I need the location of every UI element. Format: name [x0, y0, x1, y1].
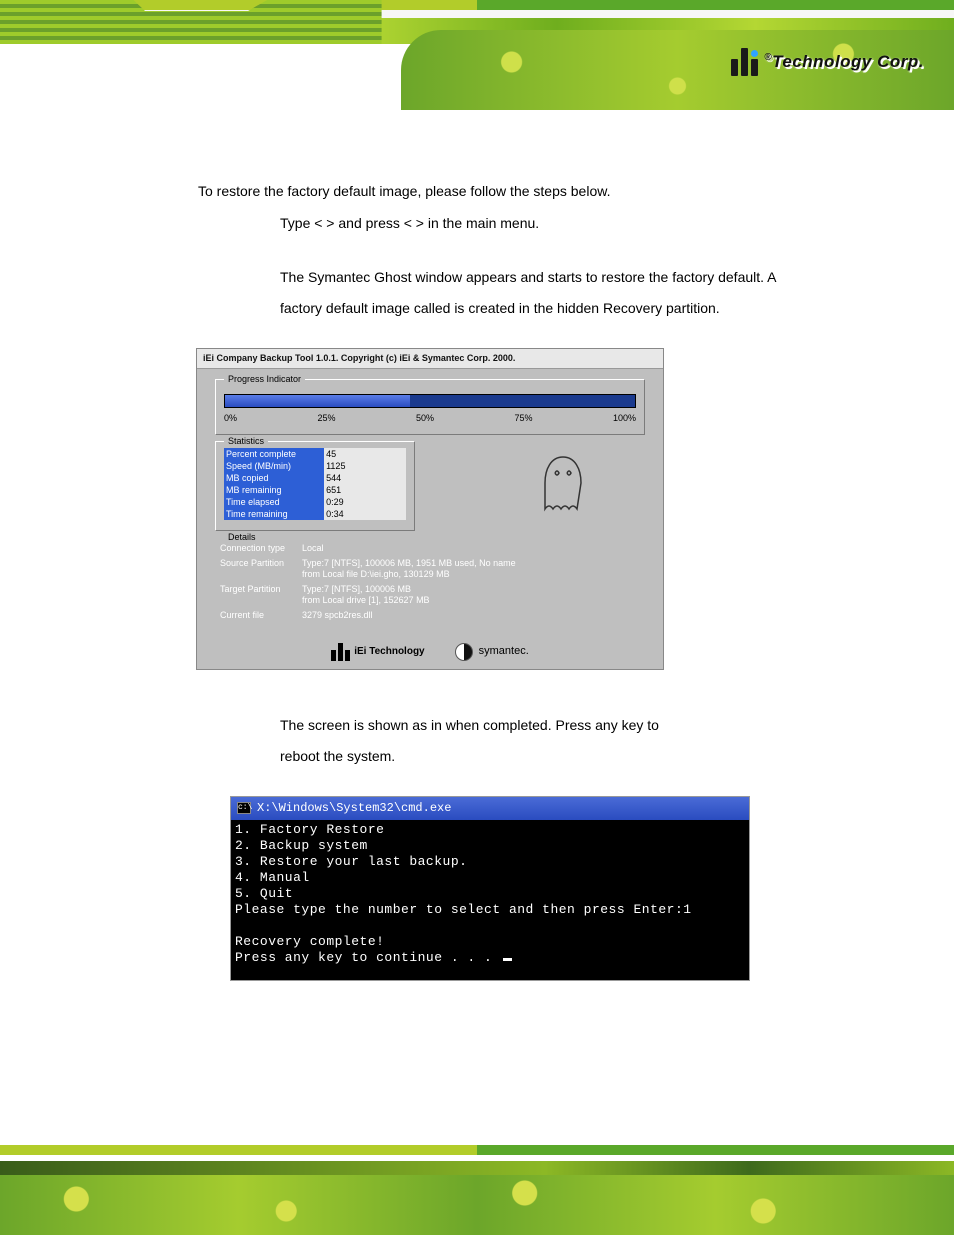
details-box: Details Connection typeLocal Source Part…: [215, 537, 645, 625]
step-1: Type < > and press < > in the main menu.: [280, 208, 894, 239]
details-label: Details: [224, 531, 260, 544]
progress-label: Progress Indicator: [224, 373, 305, 386]
step-3-line2: reboot the system.: [280, 748, 395, 764]
details-table: Connection typeLocal Source PartitionTyp…: [216, 540, 520, 624]
progress-ticks: 0% 25% 50% 75% 100%: [224, 412, 636, 425]
iei-bars-icon: [331, 643, 350, 661]
header-banner: ®Technology Corp.: [0, 0, 954, 112]
ghost-screenshot: iEi Company Backup Tool 1.0.1. Copyright…: [196, 348, 664, 670]
cmd-screenshot: c:\ X:\Windows\System32\cmd.exe 1. Facto…: [230, 796, 750, 981]
ghost-titlebar: iEi Company Backup Tool 1.0.1. Copyright…: [197, 349, 663, 369]
iei-logo-small: iEi Technology: [331, 643, 424, 661]
step-1-text: Type < > and press < > in the main menu.: [280, 215, 539, 231]
ghost-footer: iEi Technology symantec.: [197, 637, 663, 669]
page-content: To restore the factory default image, pl…: [0, 112, 954, 981]
progress-box: Progress Indicator 0% 25% 50% 75% 100%: [215, 379, 645, 436]
ghost-mascot-icon: [533, 449, 593, 519]
statistics-box: Statistics Percent complete45 Speed (MB/…: [215, 441, 415, 531]
step-2: The Symantec Ghost window appears and st…: [280, 262, 894, 324]
step-3: The screen is shown as in when completed…: [280, 710, 894, 772]
corp-name: ®Technology Corp.: [764, 52, 924, 72]
symantec-logo: symantec.: [455, 643, 529, 661]
stats-table: Percent complete45 Speed (MB/min)1125 MB…: [224, 448, 406, 520]
symantec-swirl-icon: [455, 643, 473, 661]
progress-bar: [224, 394, 636, 408]
step-2-line2: factory default image called is created …: [280, 300, 720, 316]
intro-text: To restore the factory default image, pl…: [198, 182, 894, 202]
cmd-icon: c:\: [237, 802, 251, 814]
corp-logo: ®Technology Corp.: [731, 48, 924, 76]
cmd-body: 1. Factory Restore 2. Backup system 3. R…: [231, 820, 749, 980]
cmd-title: X:\Windows\System32\cmd.exe: [257, 800, 451, 817]
step-2-line1: The Symantec Ghost window appears and st…: [280, 269, 776, 285]
stats-label: Statistics: [224, 435, 268, 448]
footer-banner: [0, 1145, 954, 1235]
iei-logo-icon: [731, 48, 758, 76]
cmd-titlebar: c:\ X:\Windows\System32\cmd.exe: [231, 797, 749, 820]
cursor-icon: [503, 958, 512, 961]
step-3-line1: The screen is shown as in when completed…: [280, 717, 659, 733]
